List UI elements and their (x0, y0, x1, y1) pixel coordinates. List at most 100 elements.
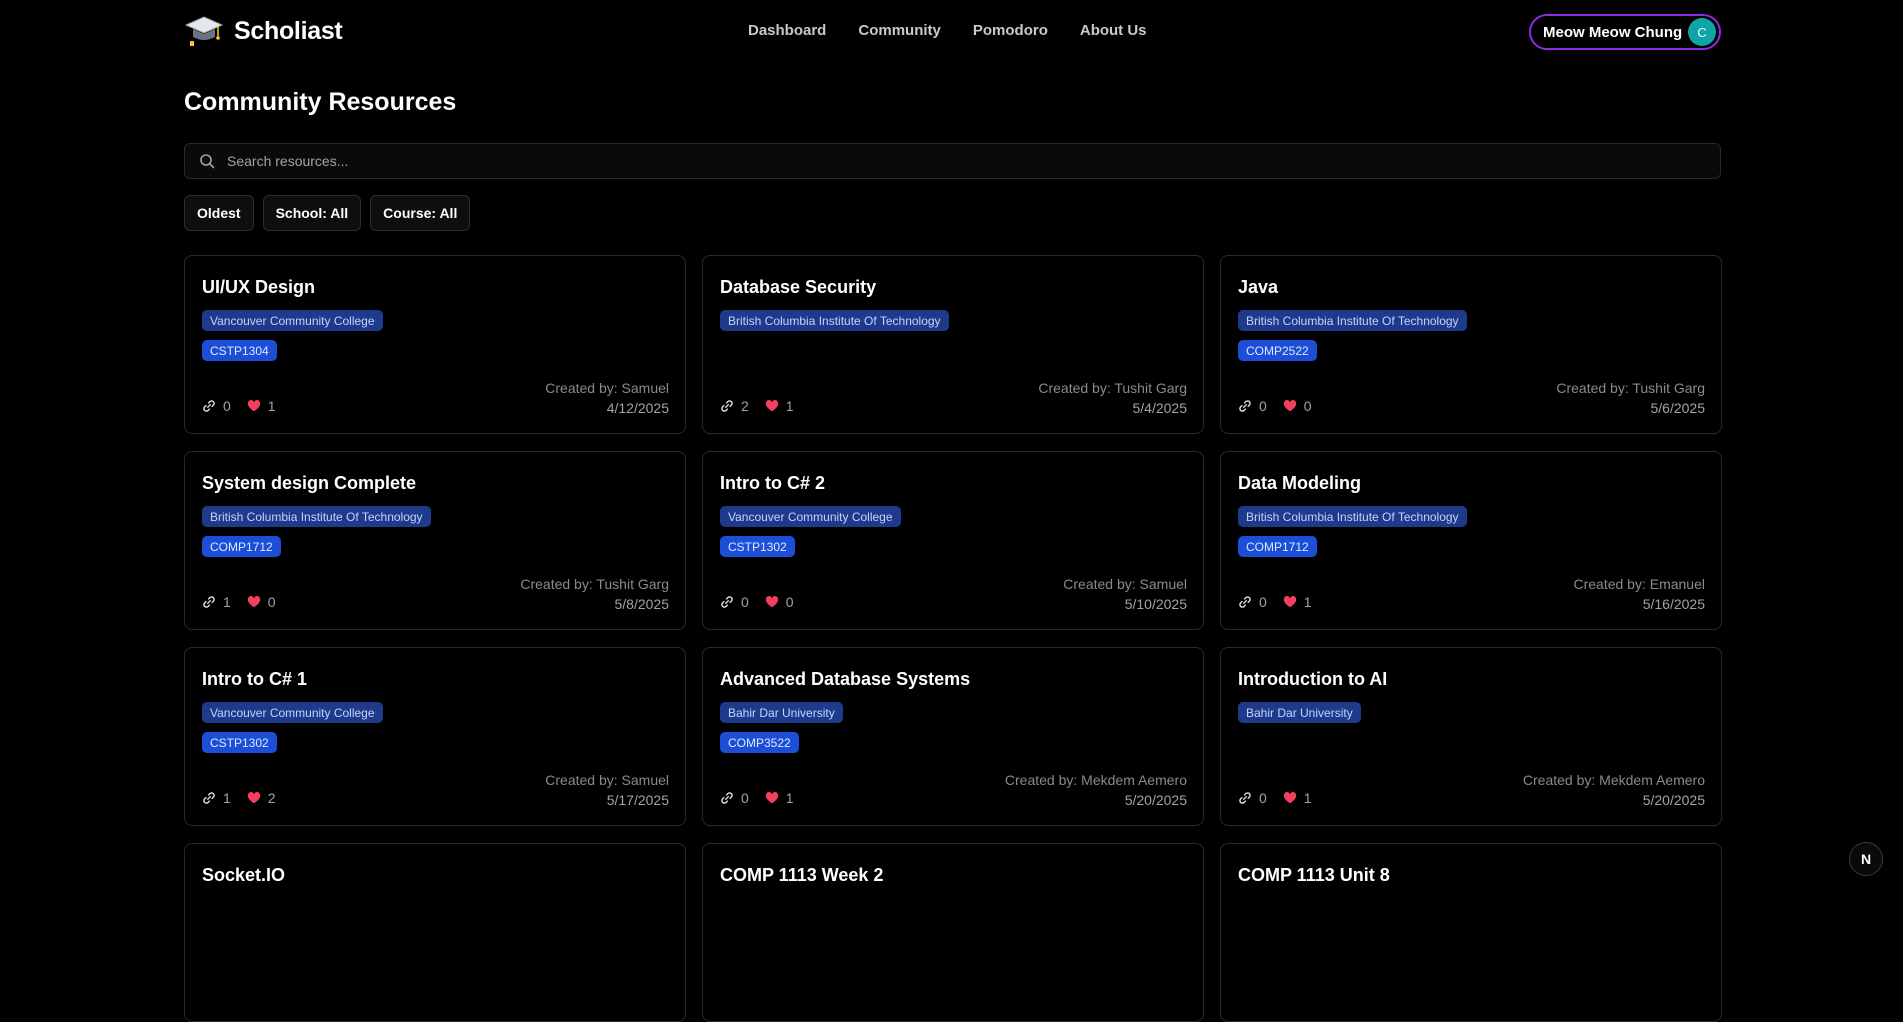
resource-meta: Created by: Samuel 4/12/2025 (545, 378, 669, 418)
links-count: 0 (1259, 790, 1267, 806)
resource-title: COMP 1113 Unit 8 (1238, 865, 1390, 885)
likes-count: 2 (267, 790, 276, 806)
resource-card[interactable]: Intro to C# 1 Vancouver Community Colleg… (184, 647, 686, 826)
links-stat: 1 (202, 790, 231, 806)
resource-card[interactable]: Socket.IO (184, 843, 686, 1022)
resource-stats: 0 0 (720, 594, 794, 610)
created-date: 5/16/2025 (1642, 596, 1705, 612)
heart-icon (765, 792, 778, 804)
top-navbar: Scholiast Dashboard Community Pomodoro A… (0, 0, 1903, 62)
link-icon (203, 792, 215, 804)
created-date: 5/17/2025 (606, 792, 669, 808)
likes-stat[interactable]: 1 (765, 790, 794, 806)
created-by: Created by: Mekdem Aemero (1004, 772, 1187, 788)
resource-stats: 1 0 (202, 594, 276, 610)
brand-logo[interactable]: Scholiast (184, 10, 343, 52)
resource-title: System design Complete (202, 473, 417, 493)
course-badge: CSTP1302 (720, 536, 795, 557)
course-badge: COMP1712 (1238, 536, 1317, 557)
likes-count: 1 (1303, 790, 1312, 806)
resource-stats: 0 1 (720, 790, 794, 806)
links-count: 0 (1259, 398, 1267, 414)
school-badge: Vancouver Community College (202, 702, 383, 723)
heart-icon (247, 792, 260, 804)
created-by: Created by: Tushit Garg (1556, 380, 1705, 396)
school-filter-button[interactable]: School: All (262, 195, 362, 231)
likes-stat[interactable]: 0 (765, 594, 794, 610)
resource-stats: 0 1 (202, 398, 276, 414)
resource-title: Intro to C# 1 (202, 669, 308, 689)
links-stat: 0 (720, 790, 749, 806)
sort-button[interactable]: Oldest (184, 195, 254, 231)
nav-community[interactable]: Community (858, 22, 941, 39)
course-filter-button[interactable]: Course: All (370, 195, 471, 231)
resource-title: Introduction to AI (1238, 669, 1388, 689)
likes-count: 0 (267, 594, 276, 610)
created-by: Created by: Tushit Garg (520, 576, 669, 592)
likes-count: 0 (785, 594, 794, 610)
resource-card[interactable]: System design Complete British Columbia … (184, 451, 686, 630)
nav-about-us[interactable]: About Us (1080, 22, 1147, 39)
resource-card[interactable]: COMP 1113 Week 2 (702, 843, 1204, 1022)
created-by: Created by: Samuel (545, 380, 669, 396)
heart-icon (247, 400, 260, 412)
nav-dashboard[interactable]: Dashboard (748, 22, 826, 39)
brand-name: Scholiast (234, 16, 343, 45)
search-input[interactable] (225, 152, 1720, 170)
links-stat: 0 (1238, 790, 1267, 806)
likes-stat[interactable]: 1 (247, 398, 276, 414)
heart-icon (765, 400, 778, 412)
link-icon (721, 596, 733, 608)
resource-meta: Created by: Tushit Garg 5/6/2025 (1556, 378, 1705, 418)
next-devtools-button[interactable]: N (1849, 842, 1883, 876)
resource-stats: 0 1 (1238, 594, 1312, 610)
resource-card[interactable]: Intro to C# 2 Vancouver Community Colleg… (702, 451, 1204, 630)
likes-stat[interactable]: 2 (247, 790, 276, 806)
resource-card[interactable]: Advanced Database Systems Bahir Dar Univ… (702, 647, 1204, 826)
resource-meta: Created by: Mekdem Aemero 5/20/2025 (1523, 770, 1705, 810)
links-count: 0 (741, 594, 749, 610)
created-by: Created by: Mekdem Aemero (1522, 772, 1705, 788)
likes-stat[interactable]: 0 (1283, 398, 1312, 414)
likes-stat[interactable]: 1 (765, 398, 794, 414)
course-badge: CSTP1302 (202, 732, 277, 753)
likes-stat[interactable]: 1 (1283, 594, 1312, 610)
likes-count: 1 (785, 790, 794, 806)
likes-stat[interactable]: 1 (1283, 790, 1312, 806)
created-by: Created by: Samuel (545, 772, 669, 788)
resource-title: Socket.IO (202, 865, 286, 885)
resource-stats: 0 1 (1238, 790, 1312, 806)
link-icon (1239, 792, 1251, 804)
school-badge: Vancouver Community College (720, 506, 901, 527)
user-menu-button[interactable]: Meow Meow Chung C (1529, 14, 1721, 50)
link-icon (1239, 400, 1251, 412)
course-badge: CSTP1304 (202, 340, 277, 361)
resource-card[interactable]: COMP 1113 Unit 8 (1220, 843, 1722, 1022)
resource-card[interactable]: Introduction to AI Bahir Dar University … (1220, 647, 1722, 826)
links-stat: 2 (720, 398, 749, 414)
links-stat: 0 (202, 398, 231, 414)
resource-card[interactable]: Data Modeling British Columbia Institute… (1220, 451, 1722, 630)
main-nav: Dashboard Community Pomodoro About Us (748, 22, 1147, 39)
likes-count: 1 (267, 398, 276, 414)
resource-stats: 2 1 (720, 398, 794, 414)
school-badge: British Columbia Institute Of Technology (1238, 506, 1467, 527)
resource-stats: 1 2 (202, 790, 276, 806)
links-count: 0 (1259, 594, 1267, 610)
created-date: 5/10/2025 (1124, 596, 1187, 612)
search-icon (200, 154, 215, 169)
resource-card[interactable]: Database Security British Columbia Insti… (702, 255, 1204, 434)
resource-meta: Created by: Samuel 5/17/2025 (545, 770, 669, 810)
graduation-cap-logo-icon (184, 16, 224, 46)
resource-meta: Created by: Tushit Garg 5/8/2025 (520, 574, 669, 614)
nav-pomodoro[interactable]: Pomodoro (973, 22, 1048, 39)
resource-title: UI/UX Design (202, 277, 316, 297)
page-title: Community Resources (184, 88, 457, 116)
resource-stats: 0 0 (1238, 398, 1312, 414)
school-badge: British Columbia Institute Of Technology (720, 310, 949, 331)
resource-card[interactable]: UI/UX Design Vancouver Community College… (184, 255, 686, 434)
resource-card[interactable]: Java British Columbia Institute Of Techn… (1220, 255, 1722, 434)
links-count: 1 (223, 594, 231, 610)
likes-stat[interactable]: 0 (247, 594, 276, 610)
links-stat: 0 (1238, 398, 1267, 414)
